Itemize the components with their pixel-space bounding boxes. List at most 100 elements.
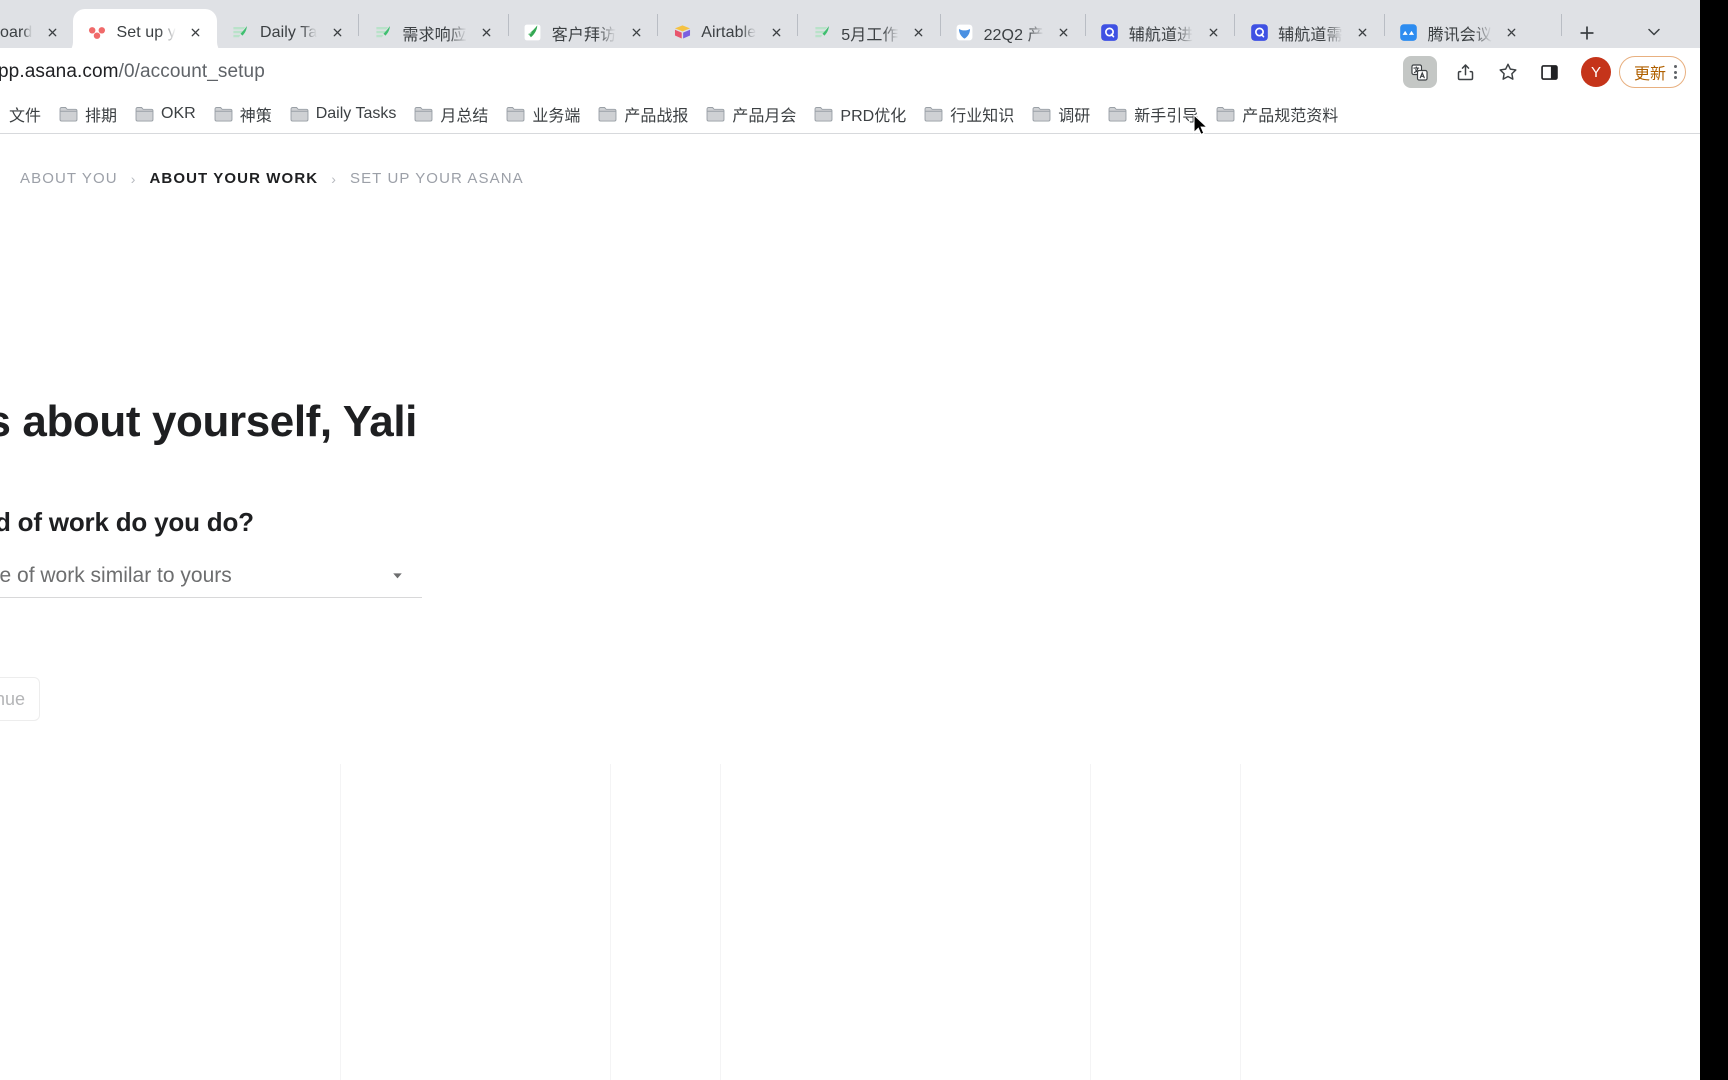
bookmark-item[interactable]: Daily Tasks	[281, 101, 406, 127]
browser-tab-title: Set up y	[116, 23, 176, 41]
close-icon[interactable]	[908, 22, 930, 44]
bookmark-label: 产品月会	[732, 108, 797, 125]
background-line	[610, 764, 611, 1080]
folder-icon	[414, 106, 433, 122]
bookmark-item[interactable]: 文件	[0, 98, 50, 130]
address-bar[interactable]: pp.asana.com/0/account_setup	[0, 55, 1403, 89]
bookmark-item[interactable]: 排期	[50, 98, 126, 130]
browser-tab-title: 22Q2 产	[983, 26, 1044, 44]
folder-icon	[1032, 106, 1051, 122]
close-icon[interactable]	[1202, 22, 1224, 44]
browser-tab-title: 腾讯会议	[1427, 26, 1492, 44]
q-app-icon	[1100, 23, 1120, 43]
url-host: pp.asana.com	[0, 61, 119, 82]
close-icon[interactable]	[1352, 22, 1374, 44]
bookmark-item[interactable]: 产品规范资料	[1207, 98, 1347, 130]
tab-search-chevron-down-icon[interactable]	[1634, 12, 1674, 52]
browser-tab-title: 辅航道需	[1278, 26, 1343, 44]
close-icon[interactable]	[1501, 22, 1523, 44]
bookmark-label: 业务端	[532, 108, 581, 125]
breadcrumb-step[interactable]: SET UP YOUR ASANA	[350, 170, 524, 187]
background-illustration	[0, 764, 1700, 1080]
folder-icon	[1216, 106, 1235, 122]
bookmark-label: PRD优化	[840, 108, 907, 125]
tencent-docs-icon	[812, 23, 832, 43]
folder-icon	[290, 106, 309, 122]
browser-tab-title: 5月工作	[841, 26, 899, 44]
translate-icon[interactable]	[1402, 56, 1437, 88]
continue-button-label: nue	[0, 688, 25, 709]
work-type-question: kind of work do you do?	[0, 507, 254, 537]
tencent-docs-sheet-icon	[523, 23, 543, 43]
url-path: /0/account_setup	[118, 61, 265, 82]
tencent-meeting-icon	[1399, 23, 1419, 43]
bookmark-item[interactable]: PRD优化	[805, 98, 915, 130]
bookmark-item[interactable]: 调研	[1023, 98, 1099, 130]
update-button[interactable]: 更新	[1618, 56, 1686, 88]
breadcrumb-step[interactable]: ABOUT YOUR WORK	[149, 170, 318, 187]
close-icon[interactable]	[625, 22, 647, 44]
bookmark-item[interactable]: 产品战报	[589, 98, 697, 130]
close-icon[interactable]	[185, 22, 207, 44]
breadcrumb-separator-icon: ›	[331, 170, 337, 187]
browser-tab-title: 客户拜访	[551, 26, 617, 44]
breadcrumb-separator-icon: ›	[130, 170, 137, 187]
breadcrumb: ABOUT YOU › ABOUT YOUR WORK › SET UP YOUR AS…	[20, 170, 524, 187]
star-icon[interactable]	[1487, 53, 1529, 91]
bookmark-item[interactable]: 新手引导	[1099, 98, 1207, 130]
browser-tab-title: 需求响应	[402, 26, 467, 44]
tencent-meeting-doc-icon	[955, 23, 975, 43]
background-line	[720, 764, 721, 1080]
browser-tab-title: Airtable	[701, 23, 757, 41]
tencent-docs-icon	[231, 23, 251, 43]
folder-icon	[214, 106, 233, 122]
background-line	[340, 764, 341, 1080]
tab-separator	[1560, 14, 1562, 36]
folder-icon	[506, 106, 525, 122]
browser-window: oard Set up y Daily Ta 需求响应 客户拜访 Airtable 5月工作…	[0, 0, 1728, 1080]
new-tab-button[interactable]	[1568, 14, 1606, 52]
airtable-icon	[672, 23, 692, 43]
bookmark-item[interactable]: OKR	[126, 101, 205, 127]
bookmark-item[interactable]: 行业知识	[915, 98, 1023, 130]
bookmark-label: 新手引导	[1134, 108, 1199, 125]
bookmark-label: 产品战报	[624, 108, 689, 125]
screen-edge	[1700, 0, 1728, 1080]
folder-icon	[706, 106, 725, 122]
breadcrumb-step[interactable]: ABOUT YOU	[20, 170, 118, 187]
close-icon[interactable]	[326, 22, 348, 44]
bookmark-item[interactable]: 产品月会	[697, 98, 805, 130]
q-app-icon	[1249, 23, 1269, 43]
side-panel-icon[interactable]	[1529, 53, 1571, 91]
bookmark-label: 月总结	[440, 108, 489, 125]
close-icon[interactable]	[476, 22, 498, 44]
bookmark-label: 排期	[85, 108, 118, 125]
browser-tab-title: oard	[0, 23, 33, 41]
background-line	[1090, 764, 1091, 1080]
url-text: pp.asana.com/0/account_setup	[0, 61, 265, 83]
bookmark-label: OKR	[161, 105, 196, 122]
browser-chrome: oard Set up y Daily Ta 需求响应 客户拜访 Airtable 5月工作…	[0, 0, 1700, 146]
chevron-down-icon[interactable]	[389, 567, 406, 584]
browser-tab-title: 辅航道进	[1128, 26, 1194, 44]
omnibox-actions: Y 更新	[1402, 53, 1700, 91]
continue-button[interactable]: nue	[0, 677, 40, 721]
omnibox-row: pp.asana.com/0/account_setup Y 更新	[0, 48, 1700, 96]
kebab-menu-icon[interactable]	[1672, 65, 1677, 79]
close-icon[interactable]	[41, 22, 63, 44]
work-type-select[interactable]: a type of work similar to yours	[0, 554, 422, 598]
asana-icon	[87, 23, 107, 43]
avatar[interactable]: Y	[1580, 57, 1611, 87]
bookmark-item[interactable]: 神策	[205, 98, 281, 130]
bookmark-label: Daily Tasks	[315, 105, 397, 122]
close-icon[interactable]	[1053, 22, 1075, 44]
work-type-select-value: a type of work similar to yours	[0, 563, 232, 587]
share-icon[interactable]	[1445, 53, 1487, 91]
folder-icon	[59, 106, 78, 122]
close-icon[interactable]	[765, 22, 787, 44]
bookmark-item[interactable]: 月总结	[405, 98, 497, 130]
bookmark-label: 文件	[9, 108, 42, 125]
bookmark-item[interactable]: 业务端	[497, 98, 589, 130]
bookmark-label: 神策	[239, 108, 272, 125]
folder-icon	[924, 106, 943, 122]
